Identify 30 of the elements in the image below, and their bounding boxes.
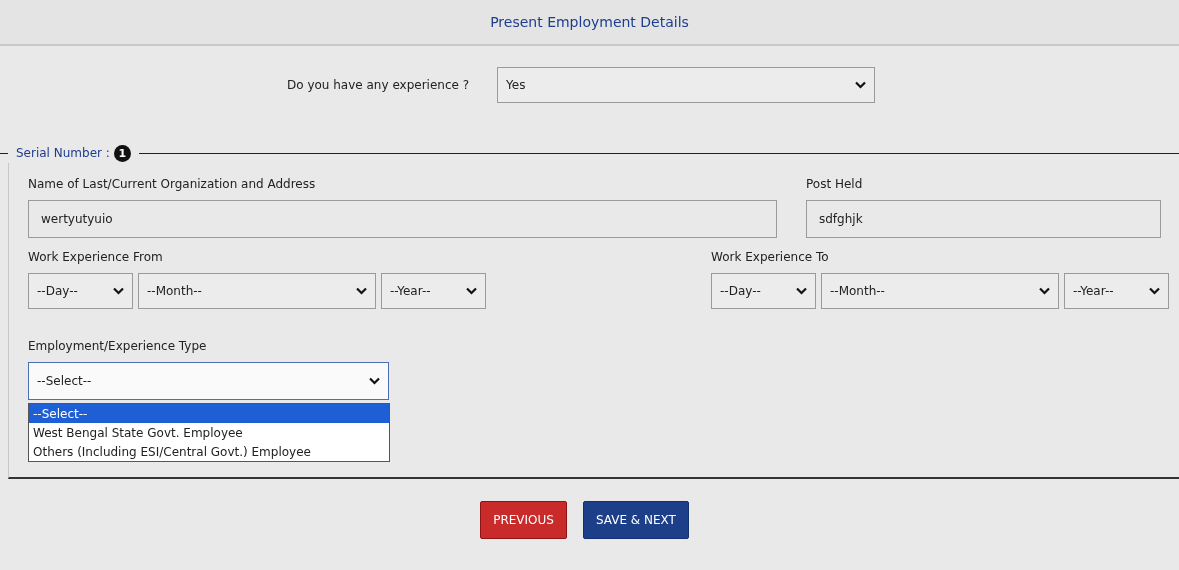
- month-dropdown[interactable]: --Month--: [138, 273, 376, 309]
- chevron-down-icon: [466, 287, 477, 295]
- serial-number-badge: 1: [113, 144, 131, 162]
- field-label: Name of Last/Current Organization and Address: [28, 177, 317, 191]
- chevron-down-icon: [1149, 287, 1160, 295]
- field-label: Employment/Experience Type: [28, 339, 208, 353]
- legend-label: Serial Number :: [16, 146, 110, 160]
- chevron-down-icon: [356, 287, 367, 295]
- chevron-down-icon: [369, 377, 380, 385]
- save-next-button[interactable]: SAVE & NEXT: [582, 501, 689, 539]
- post-field[interactable]: sdfghjk: [806, 200, 1161, 238]
- dropdown-option[interactable]: --Select--: [29, 404, 389, 423]
- field-label: Work Experience To: [711, 250, 830, 264]
- year-dropdown[interactable]: --Year--: [381, 273, 486, 309]
- chevron-down-icon: [1039, 287, 1050, 295]
- chevron-down-icon: [855, 81, 867, 89]
- year-dropdown[interactable]: --Year--: [1064, 273, 1169, 309]
- experience-dropdown[interactable]: Yes: [497, 67, 876, 103]
- day-dropdown[interactable]: --Day--: [28, 273, 133, 309]
- chevron-down-icon: [796, 287, 807, 295]
- employment-type-dropdown[interactable]: --Select--: [28, 362, 389, 400]
- field-label: Work Experience From: [28, 250, 164, 264]
- section-title: Present Employment Details: [490, 14, 689, 30]
- field-label: Post Held: [806, 177, 864, 191]
- month-dropdown[interactable]: --Month--: [821, 273, 1059, 309]
- field-label: Do you have any experience ?: [287, 78, 470, 92]
- organization-field[interactable]: wertyutyuio: [28, 200, 777, 238]
- previous-button[interactable]: PREVIOUS: [480, 501, 567, 539]
- day-dropdown[interactable]: --Day--: [711, 273, 816, 309]
- chevron-down-icon: [113, 287, 124, 295]
